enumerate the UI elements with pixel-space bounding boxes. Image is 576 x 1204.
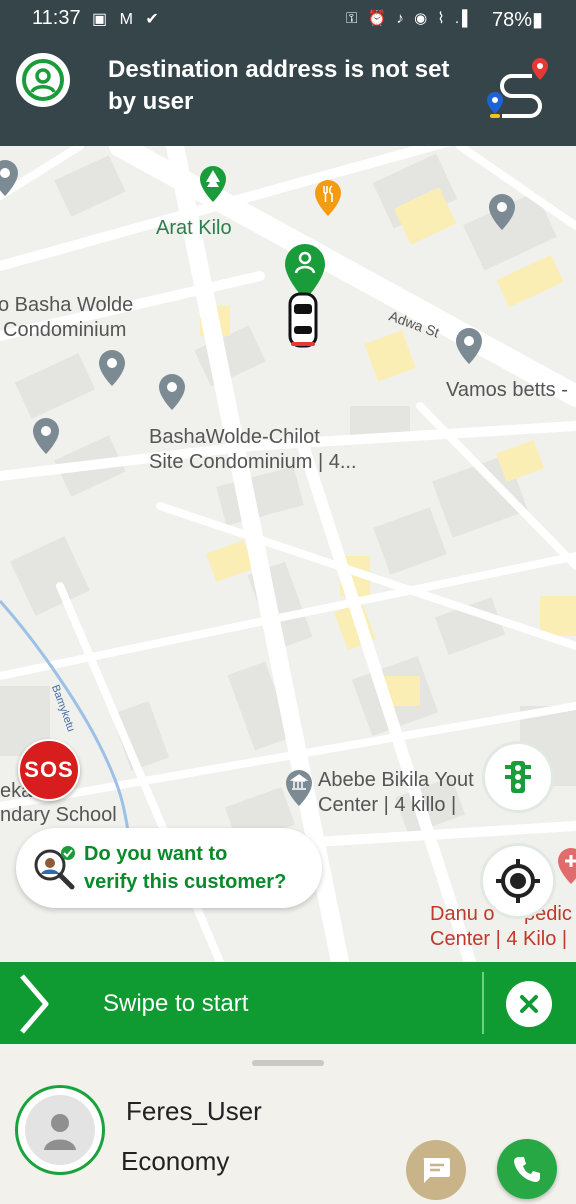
ride-type: Economy <box>121 1146 230 1176</box>
chat-icon <box>423 1158 450 1183</box>
location-pin-icon[interactable] <box>157 372 187 412</box>
verify-line-1: Do you want to <box>84 843 228 865</box>
top-banner: Destination address is not set by user <box>0 36 576 146</box>
location-pin-icon[interactable] <box>31 416 61 456</box>
my-location-button[interactable] <box>480 843 556 919</box>
phone-icon <box>514 1157 540 1182</box>
location-pin-icon[interactable] <box>487 192 517 232</box>
swipe-to-start-bar[interactable]: Swipe to start <box>0 962 576 1044</box>
map-label-basha-wolde: o Basha Wolde <box>0 294 134 316</box>
traffic-light-icon <box>505 761 531 793</box>
user-circle-icon <box>22 59 64 101</box>
crosshair-icon <box>496 859 540 903</box>
park-pin-icon[interactable] <box>198 164 228 204</box>
map-label-abebe-bikila: Abebe Bikila Yout <box>318 769 474 791</box>
avatar <box>15 1085 105 1175</box>
map-label-arat-kilo: Arat Kilo <box>156 217 232 239</box>
landmark-pin-icon[interactable] <box>284 768 314 808</box>
status-time: 11:37 <box>32 7 81 29</box>
message-button[interactable] <box>406 1140 466 1200</box>
destination-status-title: Destination address is not set by user <box>108 56 450 115</box>
person-icon <box>44 1114 76 1150</box>
location-pin-icon[interactable] <box>97 348 127 388</box>
call-button[interactable] <box>497 1139 557 1199</box>
customer-sheet: Feres_User Economy <box>0 1050 576 1204</box>
avatar-placeholder <box>25 1095 95 1165</box>
customer-name: Feres_User <box>126 1096 262 1126</box>
restaurant-pin-icon[interactable] <box>313 178 343 218</box>
verify-customer-text: Do you want to verify this customer? <box>84 840 286 896</box>
map-label-danu-center: Center | 4 Kilo | <box>430 928 568 950</box>
battery-level: 78%▮ <box>492 9 544 31</box>
hospital-pin-icon[interactable] <box>556 846 576 886</box>
map-label-condominium: Condominium <box>3 319 127 341</box>
cancel-trip-button[interactable] <box>506 981 552 1027</box>
drag-handle[interactable] <box>252 1060 324 1066</box>
verify-customer-prompt[interactable]: Do you want to verify this customer? <box>16 828 322 908</box>
location-pin-icon[interactable] <box>0 158 20 198</box>
profile-button[interactable] <box>16 53 70 107</box>
route-icon[interactable] <box>484 54 554 124</box>
system-icons: ⚿ ⏰ ♪ ◉ ⌇ .▌ <box>346 10 476 27</box>
sos-button[interactable]: SOS <box>18 739 80 801</box>
swipe-to-start-label: Swipe to start <box>103 990 249 1017</box>
verify-line-2: verify this customer? <box>84 871 287 893</box>
traffic-toggle-button[interactable] <box>482 741 554 813</box>
verify-user-icon <box>34 846 75 890</box>
notification-icons: ▣ M ✔ <box>92 11 163 28</box>
location-pin-icon[interactable] <box>454 326 484 366</box>
map-label-danu: Danu o <box>430 903 495 925</box>
map-label-vamos: Vamos betts - <box>446 379 568 401</box>
map-label-secondary-school: ndary School <box>0 804 117 826</box>
status-bar: 11:37 ▣ M ✔ ⚿ ⏰ ♪ ◉ ⌇ .▌ 78%▮ <box>0 0 576 36</box>
map-label-bashawolde-chilot: BashaWolde-Chilot <box>149 426 320 448</box>
car-icon <box>288 292 318 348</box>
map-label-site-condominium: Site Condominium | 4... <box>149 451 357 473</box>
divider <box>482 972 484 1034</box>
map-label-abebe-center: Center | 4 killo | <box>318 794 457 816</box>
chevron-right-icon[interactable] <box>18 974 52 1034</box>
close-icon <box>520 995 538 1013</box>
